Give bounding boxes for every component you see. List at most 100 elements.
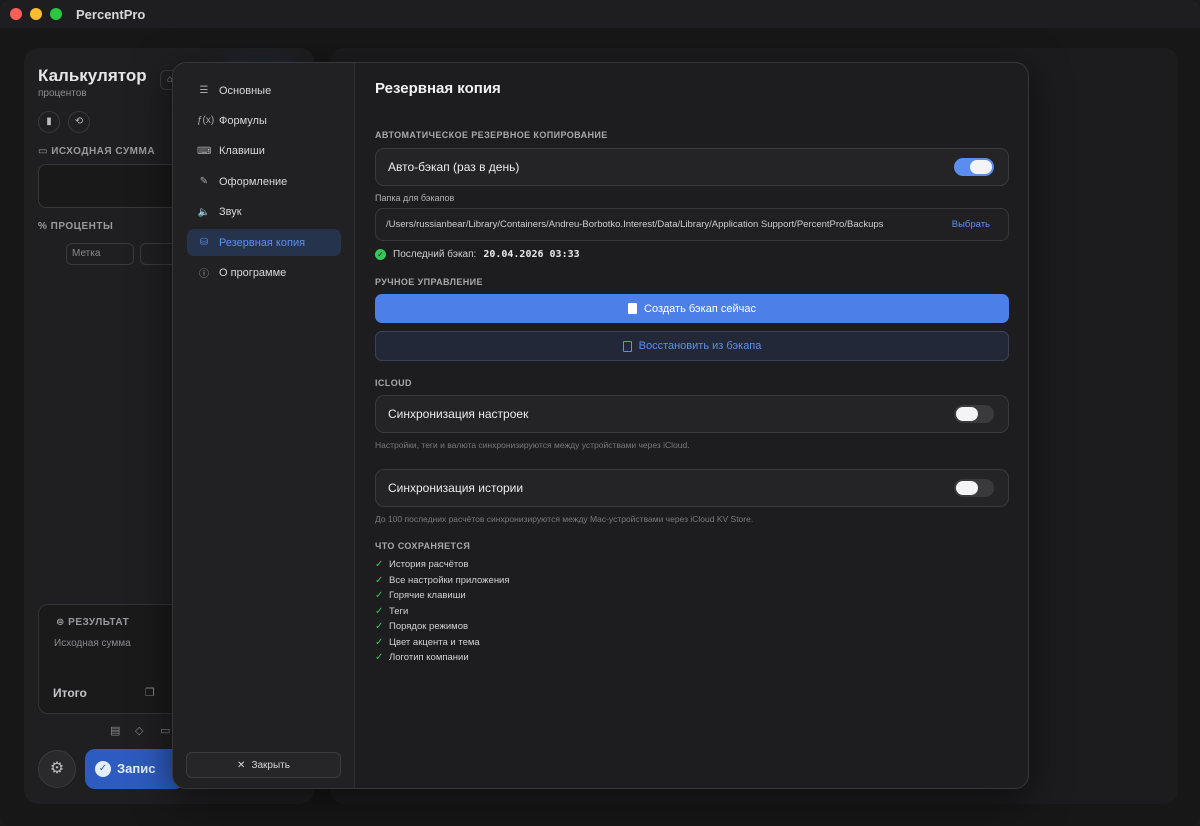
settings-button[interactable]: ⚙ (38, 750, 76, 788)
sync-history-label: Синхронизация истории (388, 481, 524, 495)
list-item: ✓ Логотип компании (375, 650, 510, 666)
title-bar: PercentPro (0, 0, 1200, 28)
sync-settings-row: Синхронизация настроек (375, 395, 1009, 433)
settings-modal: ☰ Основные ƒ(x) Формулы ⌨ Клавиши ✎ Оформление 🔈… (172, 62, 1029, 789)
history-icon[interactable]: ⟲ (68, 111, 90, 133)
auto-backup-row: Авто-бэкап (раз в день) (375, 148, 1009, 186)
sidebar-item-label: Оформление (219, 175, 288, 188)
backup-folder-path: /Users/russianbear/Library/Containers/An… (386, 219, 884, 230)
backup-folder-label: Папка для бэкапов (375, 193, 455, 203)
list-item: ✓ Горячие клавиши (375, 588, 510, 604)
close-window-button[interactable] (10, 8, 22, 20)
list-item: ✓ Теги (375, 604, 510, 620)
keyboard-icon: ⌨ (197, 145, 212, 157)
checkmark-icon: ✓ (375, 574, 384, 586)
auto-backup-label: Авто-бэкап (раз в день) (388, 160, 520, 174)
create-backup-button[interactable]: Создать бэкап сейчас (375, 294, 1009, 323)
speaker-icon: 🔈 (197, 206, 211, 218)
checkmark-icon: ✓ (375, 605, 384, 617)
manual-section-label: РУЧНОЕ УПРАВЛЕНИЕ (375, 277, 483, 287)
drive-icon: ⛁ (199, 237, 209, 248)
sidebar-item-3[interactable]: ✎ Оформление (187, 168, 341, 195)
page-title: Резервная копия (375, 80, 501, 97)
sidebar-item-label: Резервная копия (219, 236, 306, 249)
app-window: PercentPro Калькулятор процентов ⌂ ▮ ⟲ ▭… (0, 0, 1200, 826)
icloud-section-label: ICLOUD (375, 378, 412, 388)
checkmark-icon: ✓ (375, 590, 384, 602)
checkmark-icon: ✓ (375, 636, 384, 648)
tag-input[interactable]: Метка (66, 243, 134, 265)
calculator-subtitle: процентов (38, 88, 87, 99)
bookmark-icon[interactable]: ▮ (38, 111, 60, 133)
sidebar-item-label: Основные (219, 84, 272, 97)
list-item-label: Горячие клавиши (389, 590, 466, 602)
create-backup-label: Создать бэкап сейчас (644, 302, 756, 315)
list-item: ✓ Все настройки приложения (375, 573, 510, 589)
restore-backup-button[interactable]: Восстановить из бэкапа (375, 331, 1009, 361)
document-icon (622, 340, 632, 352)
sync-history-hint: До 100 последних расчётов синхронизируют… (375, 514, 754, 524)
close-button[interactable]: ✕ Закрыть (186, 752, 341, 778)
result-label: ⊜ РЕЗУЛЬТАТ (56, 617, 130, 628)
list-item-label: Логотип компании (389, 652, 469, 664)
sync-settings-hint: Настройки, теги и валюта синхронизируютс… (375, 440, 690, 450)
sidebar-item-0[interactable]: ☰ Основные (187, 77, 341, 104)
check-circle-icon: ✓ (95, 761, 111, 777)
list-item: ✓ Порядок режимов (375, 619, 510, 635)
last-backup-value: 20.04.2026 03:33 (483, 249, 580, 260)
display-icon[interactable]: ▭ (160, 724, 170, 737)
auto-backup-toggle[interactable] (954, 158, 994, 176)
calculator-icon[interactable]: ▤ (110, 724, 120, 737)
document-icon (628, 303, 638, 314)
backup-folder-field: /Users/russianbear/Library/Containers/An… (375, 208, 1009, 241)
toggle-knob (970, 160, 992, 174)
copy-icon[interactable]: ❐ (145, 686, 155, 699)
list-item-label: Все настройки приложения (389, 574, 510, 586)
sidebar-item-4[interactable]: 🔈 Звук (187, 199, 341, 226)
brush-icon: ✎ (199, 176, 209, 188)
checkmark-icon: ✓ (375, 652, 384, 664)
wallet-icon: ▭ (38, 146, 52, 157)
minimize-window-button[interactable] (30, 8, 42, 20)
percents-label: % ПРОЦЕНТЫ (38, 221, 114, 232)
sync-settings-toggle[interactable] (954, 405, 994, 423)
toggle-knob (956, 407, 978, 421)
sidebar-item-label: Формулы (219, 114, 267, 127)
percent-icon: % (38, 221, 51, 232)
close-icon: ✕ (237, 759, 246, 771)
list-item-label: Теги (389, 605, 409, 617)
sidebar-item-label: Звук (219, 206, 242, 219)
list-item: ✓ Цвет акцента и тема (375, 635, 510, 651)
sync-history-toggle[interactable] (954, 479, 994, 497)
list-item: ✓ История расчётов (375, 557, 510, 573)
calculator-title: Калькулятор (38, 66, 147, 85)
checkmark-icon: ✓ (375, 559, 384, 571)
zoom-window-button[interactable] (50, 8, 62, 20)
list-item-label: Цвет акцента и тема (389, 636, 480, 648)
record-button[interactable]: ✓ Запис (85, 749, 185, 789)
sidebar-item-label: Клавиши (219, 145, 265, 158)
last-backup-status: ✓ Последний бэкап: 20.04.2026 03:33 (375, 249, 580, 260)
sidebar-item-5[interactable]: ⛁ Резервная копия (187, 229, 341, 256)
sync-history-row: Синхронизация истории (375, 469, 1009, 507)
source-sum-label: ▭ ИСХОДНАЯ СУММА (38, 146, 156, 157)
gear-icon: ⚙ (49, 760, 65, 777)
window-title: PercentPro (76, 6, 146, 22)
choose-folder-button[interactable]: Выбрать (952, 219, 990, 230)
traffic-lights (10, 8, 62, 20)
total-label: Итого (53, 686, 87, 700)
auto-backup-section-label: АВТОМАТИЧЕСКОЕ РЕЗЕРВНОЕ КОПИРОВАНИЕ (375, 130, 608, 140)
list-item-label: История расчётов (389, 559, 469, 571)
sidebar-item-1[interactable]: ƒ(x) Формулы (187, 107, 341, 134)
sidebar-item-2[interactable]: ⌨ Клавиши (187, 138, 341, 165)
tag-icon[interactable]: ◇ (135, 724, 143, 737)
restore-backup-label: Восстановить из бэкапа (638, 340, 762, 352)
sidebar-item-label: О программе (219, 266, 287, 279)
list-item-label: Порядок режимов (389, 621, 469, 633)
info-icon: ⓘ (199, 269, 209, 281)
source-sum-input[interactable] (38, 164, 188, 208)
last-backup-label: Последний бэкап: (393, 249, 477, 260)
sidebar-item-6[interactable]: ⓘ О программе (187, 259, 341, 286)
settings-sidebar: ☰ Основные ƒ(x) Формулы ⌨ Клавиши ✎ Оформление 🔈… (173, 63, 355, 788)
checkmark-icon: ✓ (375, 621, 384, 633)
